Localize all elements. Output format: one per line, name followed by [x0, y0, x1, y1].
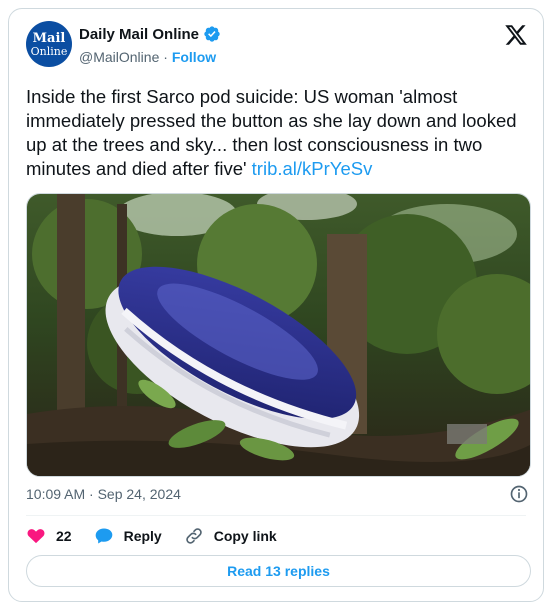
separator: · — [159, 49, 172, 65]
copy-link-button[interactable]: Copy link — [184, 526, 277, 546]
read-replies-button[interactable]: Read 13 replies — [26, 555, 531, 587]
follow-button[interactable]: Follow — [172, 49, 216, 65]
heart-icon — [27, 529, 45, 544]
info-icon[interactable] — [509, 484, 529, 504]
verified-badge-icon — [204, 26, 220, 42]
like-button[interactable]: 22 — [26, 526, 72, 546]
avatar-text-line2: Online — [30, 44, 68, 58]
handle[interactable]: @MailOnline — [79, 49, 159, 65]
author-name-row: Daily Mail Online — [79, 25, 221, 43]
display-name[interactable]: Daily Mail Online — [79, 26, 199, 43]
avatar[interactable]: Mail Online — [26, 21, 72, 67]
avatar-text-line1: Mail — [32, 30, 66, 46]
divider — [26, 515, 526, 516]
copy-link-label: Copy link — [213, 528, 277, 544]
tweet-text: Inside the first Sarco pod suicide: US w… — [26, 85, 531, 181]
timestamp[interactable]: 10:09 AM · Sep 24, 2024 — [26, 486, 181, 502]
reply-label: Reply — [123, 528, 162, 544]
reply-bubble-icon — [95, 528, 112, 544]
reply-button[interactable]: Reply — [94, 526, 162, 546]
tweet-card: Mail Online Daily Mail Online @MailOnlin… — [8, 8, 544, 602]
tweet-link[interactable]: trib.al/kPrYeSv — [252, 158, 373, 179]
like-count: 22 — [56, 528, 72, 544]
action-bar: 22 Reply Copy link — [26, 525, 299, 547]
x-logo-icon[interactable] — [504, 23, 528, 47]
media-image — [27, 194, 530, 476]
tweet-media[interactable] — [26, 193, 531, 477]
handle-row: @MailOnline · Follow — [79, 49, 216, 65]
link-icon — [185, 528, 202, 544]
